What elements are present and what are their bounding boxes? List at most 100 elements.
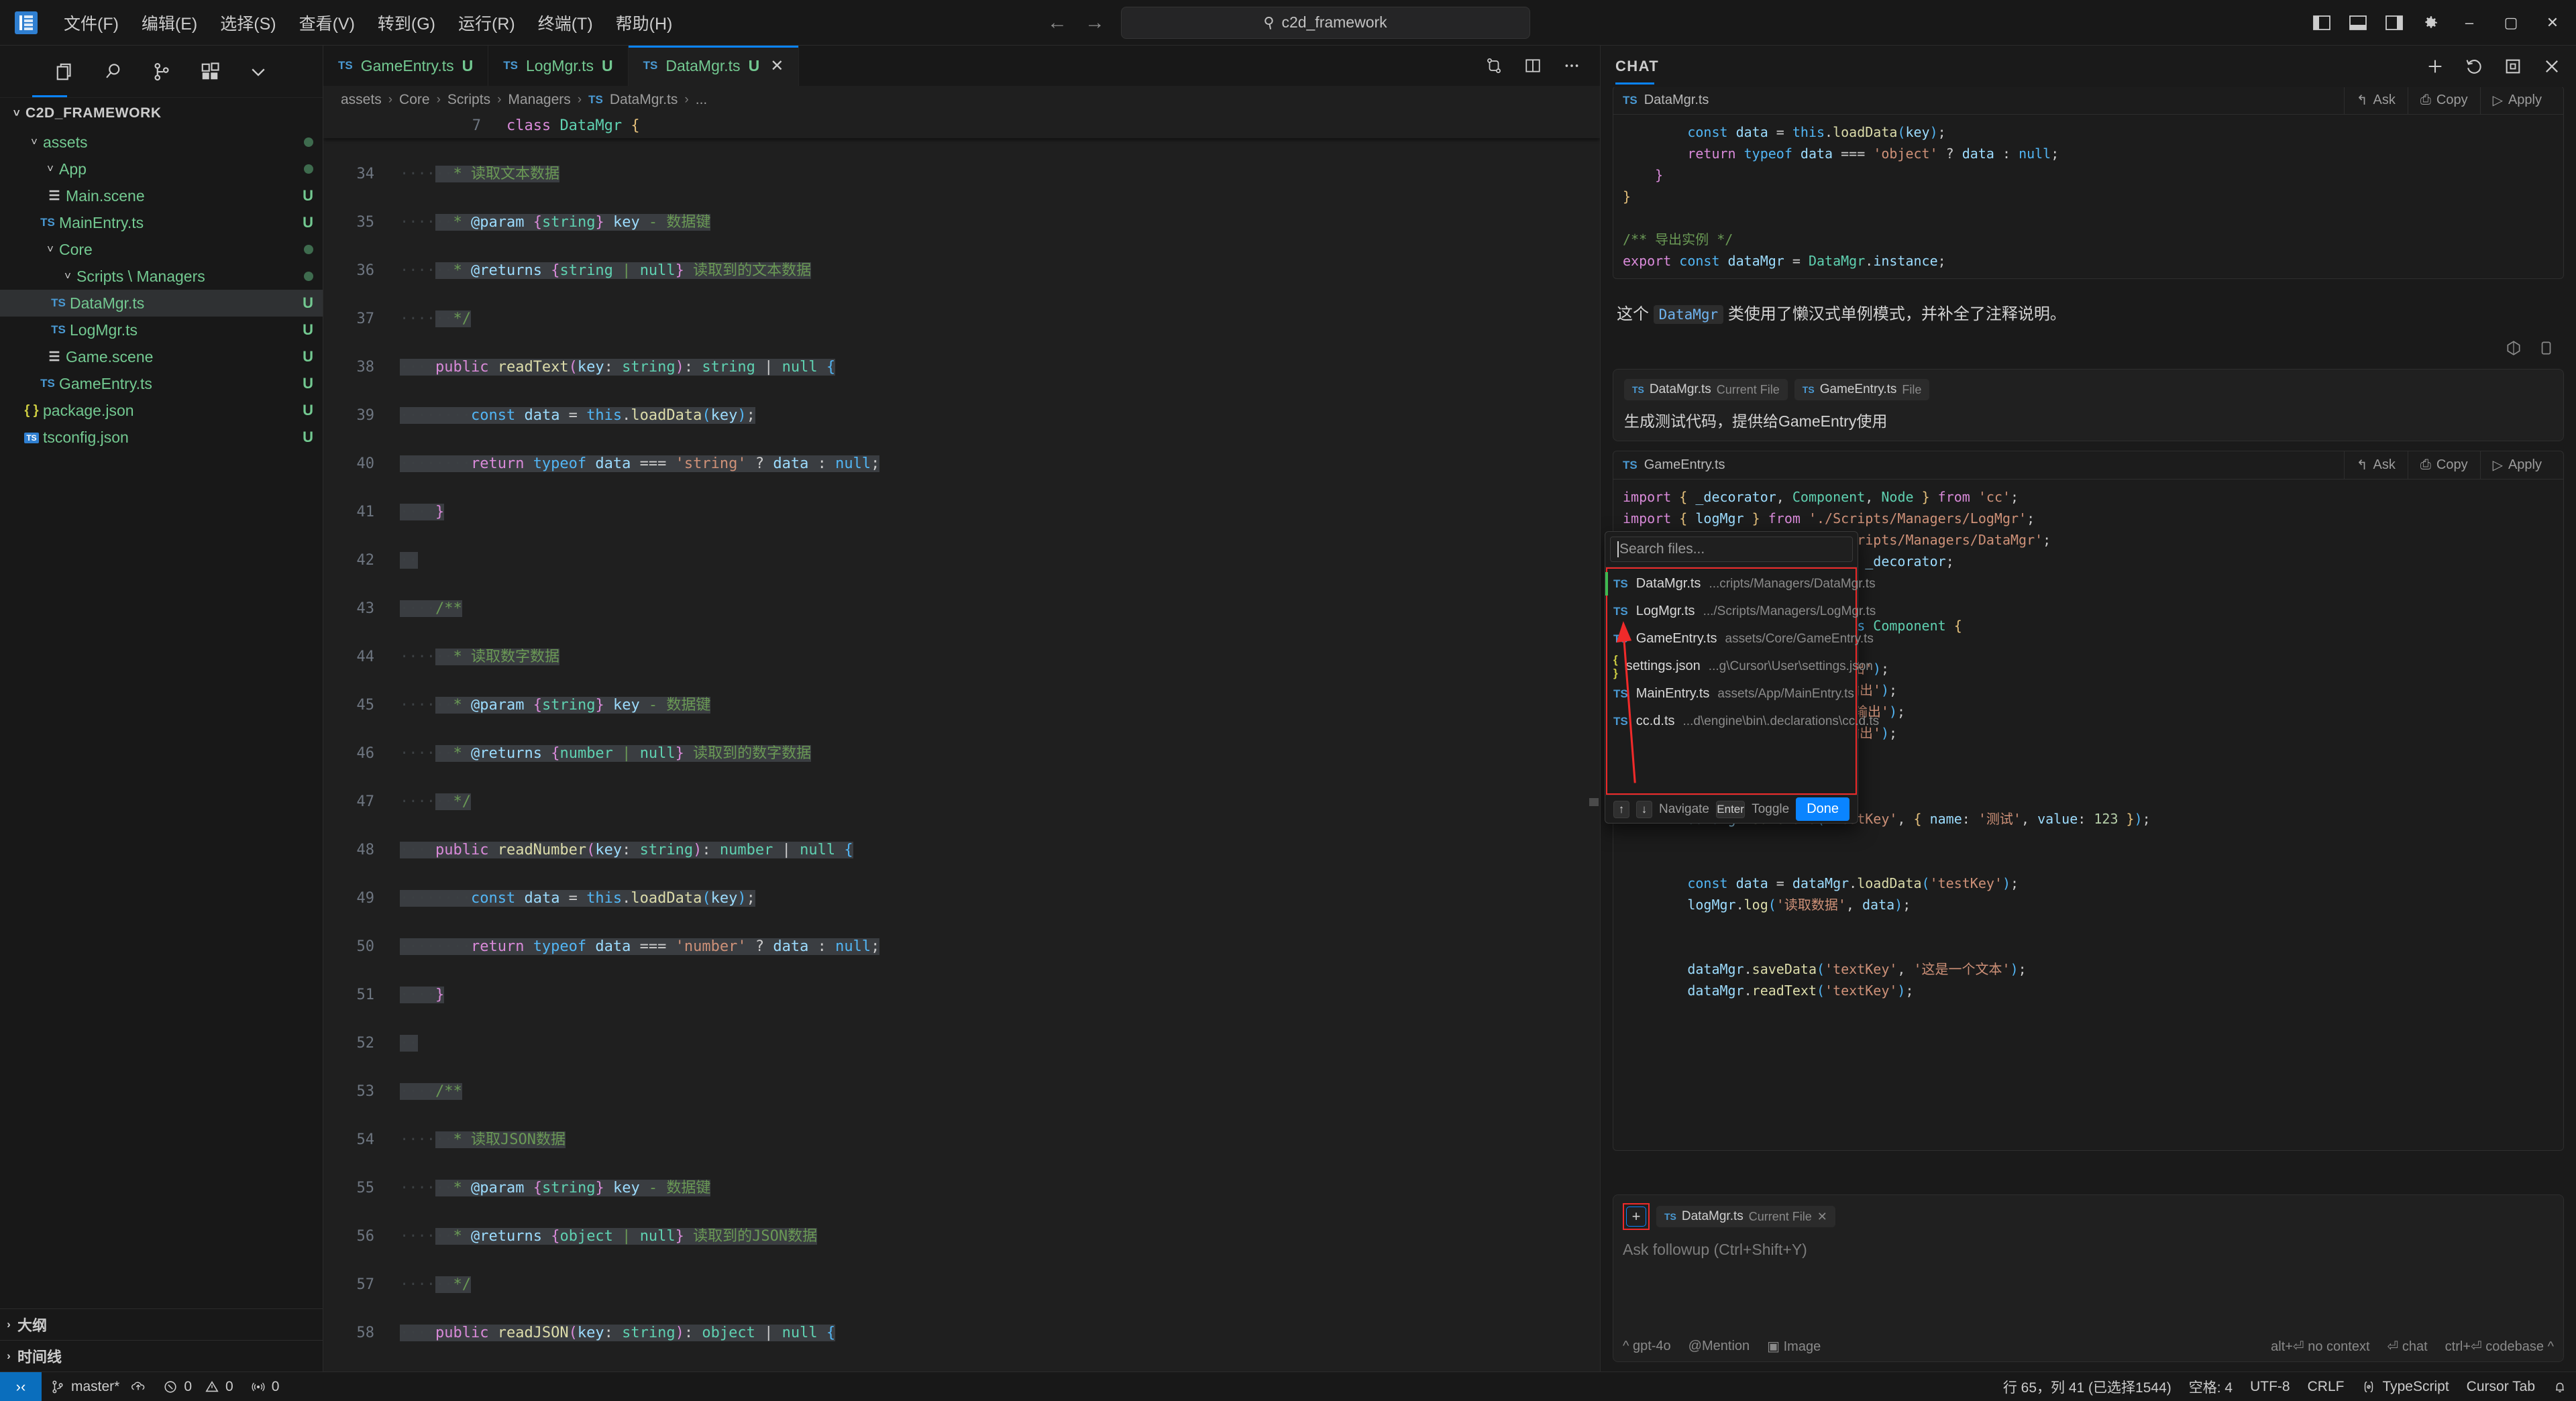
split-editor-icon[interactable] [1523,57,1542,74]
status-indentation[interactable]: 空格: 4 [2180,1372,2241,1401]
tree-item-gameentry-ts[interactable]: TS GameEntry.ts U [0,370,323,397]
menu-view[interactable]: 查看(V) [288,7,366,39]
status-notifications[interactable] [2544,1372,2576,1401]
status-cursor-tab[interactable]: Cursor Tab [2458,1372,2544,1401]
extensions-icon[interactable] [200,62,220,82]
explorer-root-header[interactable]: ˅ C2D_FRAMEWORK [0,98,323,129]
copy-message-icon[interactable] [2537,339,2555,357]
menu-terminal[interactable]: 终端(T) [527,7,604,39]
tree-item-main-scene[interactable]: ☰ Main.scene U [0,182,323,209]
apply-button[interactable]: ▷ Apply [2479,87,2554,115]
explorer-icon[interactable] [55,62,75,82]
image-button[interactable]: ▣ Image [1767,1338,1821,1355]
breadcrumb-file[interactable]: DataMgr.ts [610,92,678,108]
open-in-editor-icon[interactable] [2504,57,2522,76]
chat-input-chip-datamgr[interactable]: TS DataMgr.ts Current File ✕ [1656,1206,1835,1227]
tab-datamgr-ts[interactable]: TS DataMgr.ts U ✕ [628,46,800,86]
context-chip-gameentry[interactable]: TS GameEntry.ts File [1794,379,1930,400]
menu-edit[interactable]: 编辑(E) [130,7,209,39]
breadcrumb-symbol[interactable]: ... [696,92,708,108]
file-search-results[interactable]: TS DataMgr.ts ...cripts/Managers/DataMgr… [1605,567,1879,795]
menu-go[interactable]: 转到(G) [366,7,447,39]
search-icon[interactable] [103,62,123,82]
close-icon[interactable] [2542,57,2561,76]
tree-item-scripts-managers[interactable]: ˅ Scripts \ Managers [0,263,323,290]
file-search-popup[interactable]: Search files... TS DataMgr.ts ...cripts/… [1605,531,1879,824]
sidebar-section-timeline[interactable]: › 时间线 [0,1340,323,1371]
tree-item-core[interactable]: ˅ Core [0,236,323,263]
window-minimize-button[interactable]: – [2449,1,2490,45]
file-result-cc-d-ts[interactable]: TS cc.d.ts ...d\engine\bin\.declarations… [1605,708,1879,735]
tree-item-package-json[interactable]: { } package.json U [0,397,323,424]
file-result-datamgr[interactable]: TS DataMgr.ts ...cripts/Managers/DataMgr… [1605,570,1876,598]
tab-gameentry-ts[interactable]: TS GameEntry.ts U [323,46,489,86]
tree-item-app[interactable]: ˅ App [0,156,323,182]
sidebar-section-outline[interactable]: › 大纲 [0,1308,323,1340]
ask-button[interactable]: ↰ Ask [2343,451,2408,480]
forward-arrow-icon[interactable]: → [1083,11,1106,34]
copy-button[interactable]: ⎙ Copy [2407,451,2480,480]
menu-run[interactable]: 运行(R) [447,7,527,39]
code-editor[interactable]: 7 class DataMgr { 34 ······* 读取文本数据 35 ····… [323,114,1600,1371]
ask-button[interactable]: ↰ Ask [2343,87,2408,115]
split-compare-icon[interactable] [1485,57,1503,74]
file-result-path: ...cripts/Managers/DataMgr.ts [1709,576,1876,591]
toggle-primary-sidebar-icon[interactable] [2304,5,2340,41]
mention-button[interactable]: @Mention [1688,1339,1750,1354]
status-encoding[interactable]: UTF-8 [2241,1372,2299,1401]
file-result-gameentry[interactable]: TS GameEntry.ts assets/Core/GameEntry.ts [1605,625,1874,653]
tree-item-tsconfig-json[interactable]: TS tsconfig.json U [0,424,323,451]
status-ports[interactable]: 0 [242,1372,288,1401]
chat-message-list[interactable]: TS DataMgr.ts ↰ Ask ⎙ Copy ▷ Apply const da… [1601,87,2576,1189]
command-search-input[interactable]: ⚲ c2d_framework [1121,6,1530,39]
tab-logmgr-ts[interactable]: TS LogMgr.ts U [488,46,629,86]
breadcrumb-scripts[interactable]: Scripts [447,92,490,108]
done-button[interactable]: Done [1796,797,1849,821]
chevron-down-icon[interactable] [248,62,268,82]
sticky-scroll-line[interactable]: 7 class DataMgr { [323,114,1600,138]
file-result-settings-json[interactable]: { } settings.json ...g\Cursor\User\setti… [1605,653,1873,680]
file-result-logmgr[interactable]: TS LogMgr.ts .../Scripts/Managers/LogMgr… [1605,598,1876,625]
status-language-mode[interactable]: TypeScript [2353,1372,2457,1401]
tree-item-mainentry-ts[interactable]: TS MainEntry.ts U [0,209,323,236]
apply-button[interactable]: ▷ Apply [2479,451,2554,480]
breadcrumb-core[interactable]: Core [399,92,430,108]
toggle-secondary-sidebar-icon[interactable] [2376,5,2412,41]
back-arrow-icon[interactable]: ← [1046,11,1069,34]
sync-icon[interactable] [131,1380,146,1394]
chat-input-box[interactable]: + TS DataMgr.ts Current File ✕ Ask follo… [1613,1194,2564,1362]
new-chat-icon[interactable] [2426,57,2445,76]
menu-file[interactable]: 文件(F) [52,7,130,39]
menu-help[interactable]: 帮助(H) [604,7,684,39]
tree-item-datamgr-ts[interactable]: TS DataMgr.ts U [0,290,323,317]
add-context-button[interactable]: + [1626,1207,1646,1227]
status-eol[interactable]: CRLF [2299,1372,2353,1401]
tree-item-assets[interactable]: ˅ assets [0,129,323,156]
toggle-panel-icon[interactable] [2340,5,2376,41]
context-chip-datamgr[interactable]: TS DataMgr.ts Current File [1624,379,1788,400]
history-icon[interactable] [2465,57,2483,76]
tree-item-logmgr-ts[interactable]: TS LogMgr.ts U [0,317,323,343]
editor-scrollbar[interactable] [1589,798,1599,806]
code-content[interactable]: 34 ······* 读取文本数据 35 ······* @param {strin… [323,114,1600,1371]
feedback-icon[interactable] [2505,339,2522,357]
status-branch[interactable]: master* [42,1372,154,1401]
close-icon[interactable]: ✕ [770,56,784,76]
file-search-input[interactable]: Search files... [1610,537,1853,562]
more-actions-icon[interactable] [1562,57,1581,74]
close-icon[interactable]: ✕ [1817,1210,1827,1224]
status-problems[interactable]: 0 0 [154,1372,241,1401]
breadcrumb-assets[interactable]: assets [341,92,382,108]
window-maximize-button[interactable]: ▢ [2490,1,2532,45]
source-control-icon[interactable] [152,62,172,82]
remote-window-icon[interactable]: ›‹ [0,1371,42,1401]
file-result-mainentry[interactable]: TS MainEntry.ts assets/App/MainEntry.ts [1605,680,1858,708]
window-close-button[interactable]: ✕ [2532,1,2573,45]
model-selector[interactable]: ^ gpt-4o [1623,1339,1671,1354]
settings-gear-icon[interactable] [2412,5,2449,41]
status-cursor-position[interactable]: 行 65，列 41 (已选择1544) [1994,1372,2180,1401]
menu-select[interactable]: 选择(S) [209,7,287,39]
copy-button[interactable]: ⎙ Copy [2407,87,2480,115]
tree-item-game-scene[interactable]: ☰ Game.scene U [0,343,323,370]
breadcrumb-managers[interactable]: Managers [508,92,570,108]
